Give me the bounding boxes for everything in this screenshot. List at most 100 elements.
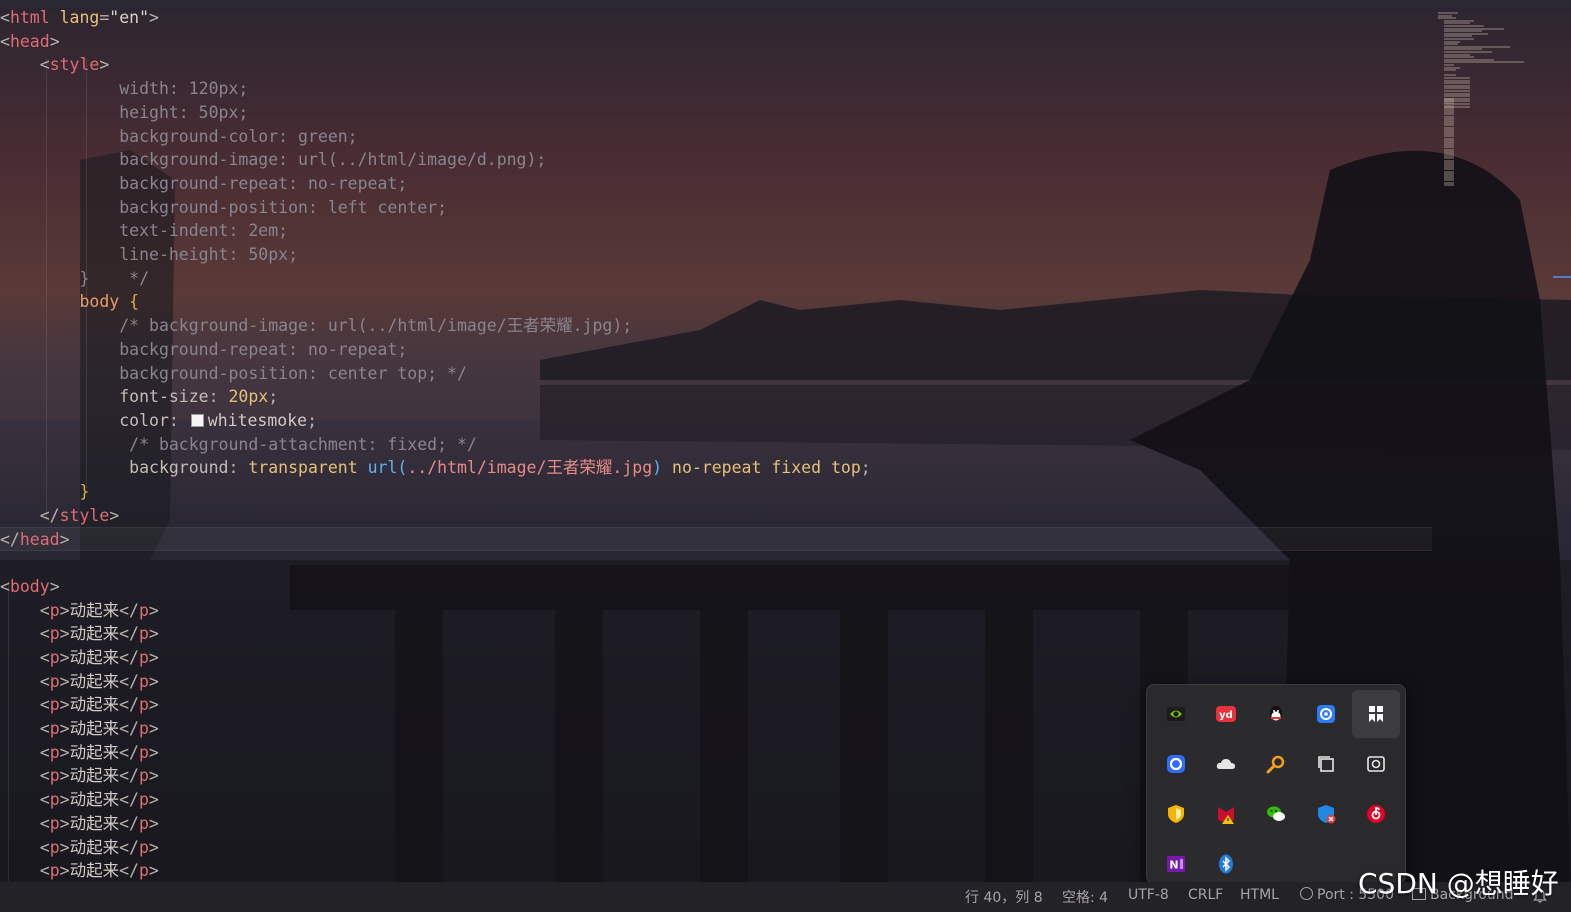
minimap[interactable] <box>1436 6 1551 196</box>
code-token: > <box>59 790 70 810</box>
code-token: < <box>0 31 10 51</box>
code-line[interactable]: <p>动起来</p> <box>0 646 1432 670</box>
code-line[interactable]: text-indent: 2em; <box>0 219 1432 243</box>
settings-gear-app-icon[interactable] <box>1302 690 1350 738</box>
code-line[interactable]: <p>动起来</p> <box>0 622 1432 646</box>
code-token: ../html/image/王者荣耀.jpg <box>407 458 653 478</box>
browser-circle-icon[interactable] <box>1152 740 1200 788</box>
code-token: p <box>49 766 60 786</box>
code-line[interactable]: height: 50px; <box>0 101 1432 125</box>
code-line[interactable]: <html lang="en"> <box>0 6 1432 30</box>
code-token: </ <box>119 719 139 738</box>
code-token: > <box>49 576 60 596</box>
code-token: : <box>208 387 229 407</box>
minimap-line <box>1444 183 1454 186</box>
code-line[interactable]: font-size: 20px; <box>0 385 1432 409</box>
code-token: < <box>39 790 50 810</box>
qq-icon[interactable] <box>1252 690 1300 738</box>
code-token: : <box>168 410 189 430</box>
code-line[interactable]: /* background-attachment: fixed; */ <box>0 433 1432 457</box>
netease-music-icon[interactable] <box>1352 790 1400 838</box>
code-token: lang <box>49 8 100 27</box>
code-line[interactable]: background-color: green; <box>0 125 1432 149</box>
bookmark-app-icon[interactable] <box>1352 690 1400 738</box>
code-line[interactable]: width: 120px; <box>0 77 1432 101</box>
code-token: background-position: left center; <box>0 197 448 217</box>
code-token: < <box>39 671 50 691</box>
code-token: < <box>39 813 50 833</box>
code-token: > <box>59 671 70 691</box>
code-token: > <box>148 766 159 786</box>
code-token: line-height: 50px; <box>0 245 299 264</box>
code-token: > <box>59 719 70 738</box>
code-token: p <box>138 861 149 881</box>
code-token: text-indent: 2em; <box>0 221 289 241</box>
youdao-icon[interactable]: yd <box>1202 690 1250 738</box>
code-line[interactable]: <head> <box>0 30 1432 54</box>
code-line[interactable]: <p>动起来</p> <box>0 599 1432 623</box>
code-line[interactable]: <body> <box>0 575 1432 599</box>
code-token: html <box>9 8 50 27</box>
minimap-line <box>1444 69 1456 72</box>
nvidia-icon[interactable] <box>1152 690 1200 738</box>
code-token: < <box>39 861 50 881</box>
security-shield-icon[interactable] <box>1152 790 1200 838</box>
code-token: p <box>49 624 60 644</box>
code-token: </ <box>0 530 20 550</box>
code-token: p <box>138 647 149 667</box>
code-token: </ <box>119 837 139 857</box>
wechat-icon[interactable] <box>1252 790 1300 838</box>
code-line[interactable]: background-repeat: no-repeat; <box>0 338 1432 362</box>
code-token: > <box>148 861 159 881</box>
code-token: p <box>49 600 60 620</box>
code-token: > <box>59 695 70 715</box>
encoding-setting[interactable]: UTF-8 <box>1128 887 1169 903</box>
line-ending-setting[interactable]: CRLF <box>1188 887 1223 903</box>
code-line[interactable]: background: transparent url(../html/imag… <box>0 456 1432 480</box>
status-bar: 行 40，列 8 空格: 4 UTF-8 CRLF HTML Port : 55… <box>0 882 1571 912</box>
search-key-icon[interactable] <box>1252 740 1300 788</box>
code-line[interactable]: line-height: 50px; <box>0 243 1432 267</box>
screenshot-capture-icon[interactable] <box>1352 740 1400 788</box>
defender-shield-icon[interactable] <box>1302 790 1350 838</box>
code-line[interactable]: } <box>0 480 1432 504</box>
code-line[interactable]: background-repeat: no-repeat; <box>0 172 1432 196</box>
svg-text:N: N <box>1169 859 1178 872</box>
code-token: p <box>49 719 60 738</box>
code-token: < <box>39 766 50 786</box>
bluetooth-icon[interactable] <box>1202 840 1250 888</box>
code-token: transparent <box>248 458 368 478</box>
code-line[interactable] <box>0 551 1432 575</box>
language-mode[interactable]: HTML <box>1240 887 1279 903</box>
code-line[interactable]: <style> <box>0 53 1432 77</box>
code-line[interactable]: /* background-image: url(../html/image/王… <box>0 314 1432 338</box>
code-line[interactable]: background-image: url(../html/image/d.pn… <box>0 148 1432 172</box>
code-line[interactable]: background-position: center top; */ <box>0 362 1432 386</box>
color-swatch[interactable] <box>190 413 204 427</box>
code-line[interactable]: </style> <box>0 504 1432 528</box>
code-line[interactable]: </head> <box>0 527 1432 552</box>
onenote-icon[interactable]: N <box>1152 840 1200 888</box>
cursor-position[interactable]: 行 40，列 8 <box>965 887 1043 907</box>
code-token: > <box>59 813 70 833</box>
code-token: < <box>39 55 50 75</box>
code-line[interactable]: background-position: left center; <box>0 196 1432 220</box>
code-token: < <box>0 8 10 27</box>
code-line[interactable]: color: whitesmoke; <box>0 409 1432 433</box>
code-token: p <box>138 695 149 715</box>
indentation-setting[interactable]: 空格: 4 <box>1062 887 1108 907</box>
mcafee-warning-icon[interactable] <box>1202 790 1250 838</box>
code-token: = <box>99 8 110 27</box>
code-line[interactable]: body { <box>0 290 1432 314</box>
onedrive-cloud-icon[interactable] <box>1202 740 1250 788</box>
copy-windows-icon[interactable] <box>1302 740 1350 788</box>
code-token: body <box>0 292 130 312</box>
code-token: style <box>49 55 100 75</box>
code-token: color <box>0 410 169 430</box>
code-token: > <box>109 505 120 525</box>
code-line[interactable]: } */ <box>0 267 1432 291</box>
